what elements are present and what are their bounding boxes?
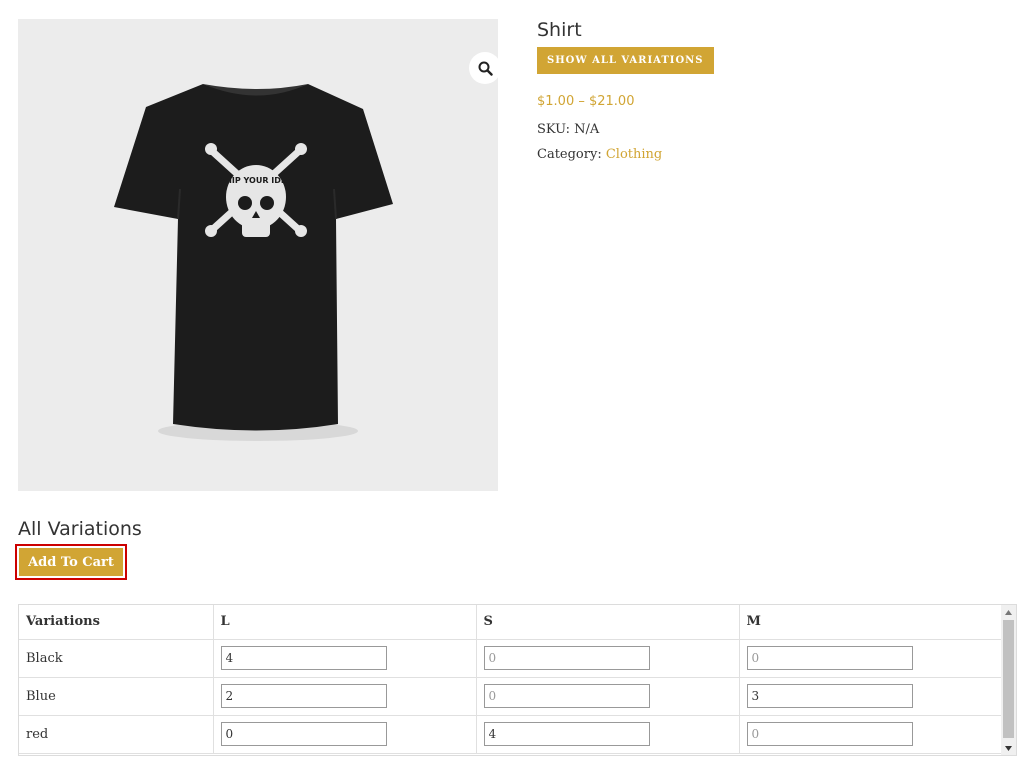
add-to-cart-button[interactable]: Add To Cart — [19, 548, 123, 576]
quantity-input-blue-l[interactable] — [220, 684, 387, 708]
variation-name: red — [19, 715, 214, 754]
search-icon — [478, 61, 493, 76]
quantity-input-blue-m[interactable] — [746, 684, 913, 708]
zoom-button[interactable] — [469, 52, 501, 84]
variations-table: Variations L S M Black Blue red — [19, 605, 1002, 754]
scroll-up-button[interactable] — [1001, 605, 1016, 619]
quantity-input-red-m[interactable] — [746, 722, 913, 746]
scroll-down-button[interactable] — [1001, 741, 1016, 755]
quantity-input-black-m[interactable] — [746, 646, 913, 670]
quantity-input-red-l[interactable] — [220, 722, 387, 746]
quantity-input-black-s[interactable] — [483, 646, 650, 670]
column-header-m: M — [739, 605, 1002, 640]
product-summary: Shirt SHOW ALL VARIATIONS $1.00 – $21.00… — [537, 18, 1007, 162]
category-line: Category: Clothing — [537, 147, 1007, 162]
product-title: Shirt — [537, 19, 582, 41]
category-label: Category: — [537, 147, 602, 162]
sku-label: SKU: — [537, 122, 571, 137]
column-header-s: S — [476, 605, 740, 640]
table-header-row: Variations L S M — [19, 605, 1002, 640]
arrow-up-icon — [1005, 609, 1012, 615]
variations-table-container: Variations L S M Black Blue red — [18, 604, 1017, 756]
arrow-down-icon — [1005, 745, 1012, 751]
add-to-cart-highlight: Add To Cart — [15, 544, 127, 580]
tshirt-image: SHIP YOUR IDEA — [114, 84, 393, 441]
show-all-variations-button[interactable]: SHOW ALL VARIATIONS — [537, 47, 714, 74]
variations-heading: All Variations — [18, 518, 142, 540]
quantity-input-blue-s[interactable] — [483, 684, 650, 708]
price-range: $1.00 – $21.00 — [537, 94, 635, 109]
table-scrollbar[interactable] — [1001, 605, 1016, 755]
quantity-input-black-l[interactable] — [220, 646, 387, 670]
variation-name: Blue — [19, 677, 214, 716]
category-link[interactable]: Clothing — [606, 147, 662, 162]
product-image[interactable]: SHIP YOUR IDEA — [18, 19, 501, 491]
table-row: Black — [19, 639, 1002, 678]
sku-value: N/A — [574, 122, 600, 137]
column-header-l: L — [213, 605, 477, 640]
sku-line: SKU: N/A — [537, 122, 1007, 137]
table-row: Blue — [19, 677, 1002, 716]
table-row: red — [19, 715, 1002, 754]
scroll-thumb[interactable] — [1003, 620, 1014, 738]
logo-text: SHIP YOUR IDEA — [219, 176, 293, 185]
quantity-input-red-s[interactable] — [483, 722, 650, 746]
variation-name: Black — [19, 639, 214, 678]
column-header-variations: Variations — [19, 605, 214, 640]
svg-text:SHIP YOUR IDEA: SHIP YOUR IDEA — [219, 176, 293, 185]
